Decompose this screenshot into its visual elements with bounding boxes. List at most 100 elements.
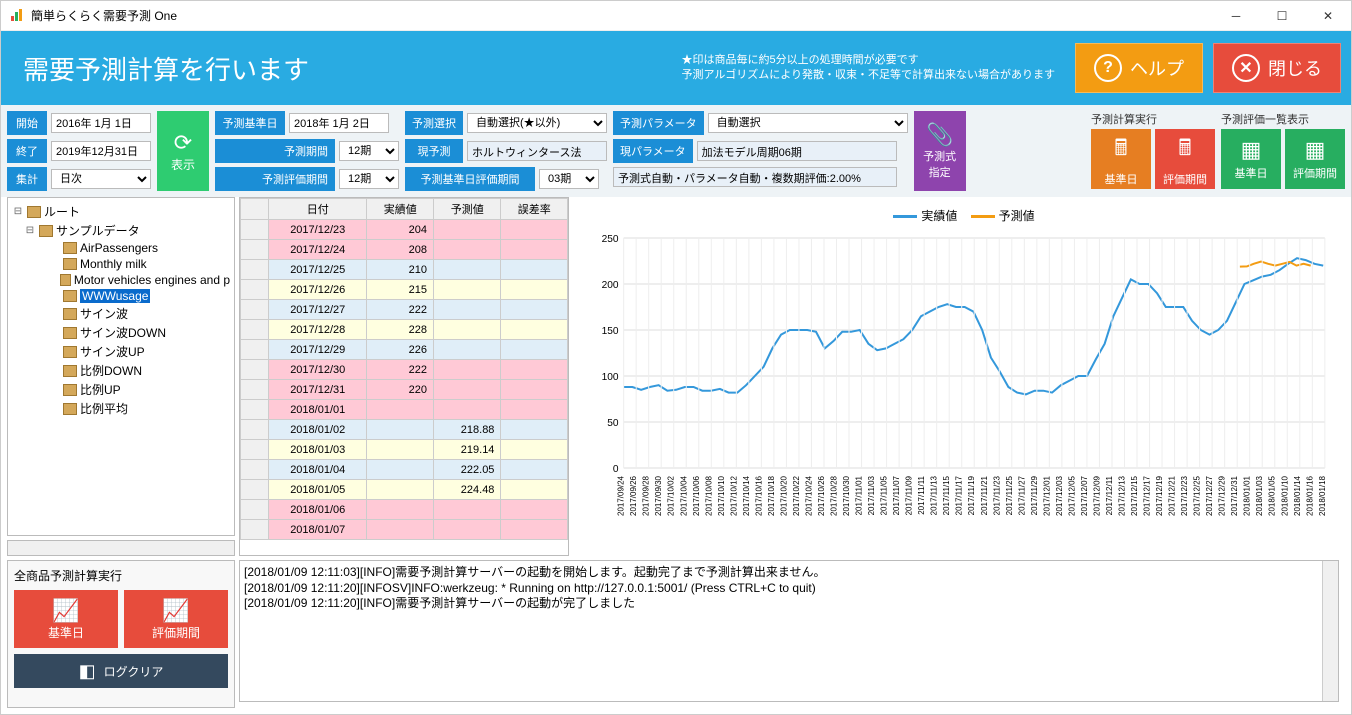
svg-text:2017/12/19: 2017/12/19 — [1155, 475, 1164, 515]
table-header[interactable]: 実績値 — [367, 199, 434, 220]
table-row[interactable]: 2017/12/25210 — [241, 260, 568, 280]
banner-note: ★印は商品毎に約5分以上の処理時間が必要です 予測アルゴリズムにより発散・収束・… — [682, 53, 1065, 84]
table-row[interactable]: 2018/01/04222.05 — [241, 460, 568, 480]
svg-text:2017/09/28: 2017/09/28 — [642, 475, 651, 515]
table-row[interactable]: 2017/12/29226 — [241, 340, 568, 360]
svg-text:150: 150 — [602, 326, 619, 337]
base-eval-select[interactable]: 03期 — [539, 169, 599, 189]
table-row[interactable]: 2018/01/01 — [241, 400, 568, 420]
tree-item[interactable]: Motor vehicles engines and p — [12, 272, 230, 288]
log-clear-button[interactable]: ◧ ログクリア — [14, 654, 228, 688]
table-row[interactable]: 2017/12/24208 — [241, 240, 568, 260]
grid-icon: ▦ — [1241, 137, 1262, 163]
tree-sample[interactable]: ⊟サンプルデータ — [12, 221, 230, 240]
base-date-input[interactable] — [289, 113, 389, 133]
table-row[interactable]: 2017/12/31220 — [241, 380, 568, 400]
data-table-panel[interactable]: 日付実績値予測値誤差率 2017/12/232042017/12/2420820… — [239, 197, 569, 556]
tree-item[interactable]: 比例DOWN — [12, 361, 230, 380]
calculator-icon: 🖩 — [1178, 131, 1191, 169]
log-panel[interactable]: [2018/01/09 12:11:03][INFO]需要予測計算サーバーの起動… — [239, 560, 1339, 702]
tree-item[interactable]: サイン波DOWN — [12, 323, 230, 342]
svg-text:2017/11/05: 2017/11/05 — [880, 475, 889, 515]
svg-text:2017/11/07: 2017/11/07 — [892, 475, 901, 515]
tree-item[interactable]: サイン波 — [12, 304, 230, 323]
show-button[interactable]: ⟳ 表示 — [157, 111, 209, 191]
tree-item[interactable]: 比例平均 — [12, 399, 230, 418]
table-row[interactable]: 2017/12/23204 — [241, 220, 568, 240]
svg-text:200: 200 — [602, 280, 619, 291]
agg-select[interactable]: 日次 — [51, 169, 151, 189]
tree-root[interactable]: ⊟ルート — [12, 202, 230, 221]
svg-text:2017/10/08: 2017/10/08 — [704, 475, 713, 515]
formula-button[interactable]: 📎 予測式 指定 — [914, 111, 966, 191]
maximize-button[interactable]: ☐ — [1259, 1, 1305, 31]
eval-period-select[interactable]: 12期 — [339, 169, 399, 189]
banner-title: 需要予測計算を行います — [11, 50, 309, 87]
tree-item[interactable]: WWWusage — [12, 288, 230, 304]
exec-base-button[interactable]: 🖩 基準日 — [1091, 129, 1151, 189]
all-exec-eval-button[interactable]: 📈 評価期間 — [124, 590, 228, 648]
end-date-input[interactable] — [51, 141, 151, 161]
svg-text:2017/10/22: 2017/10/22 — [792, 475, 801, 515]
table-row[interactable]: 2017/12/30222 — [241, 360, 568, 380]
app-logo-icon — [9, 6, 25, 25]
table-row[interactable]: 2018/01/05224.48 — [241, 480, 568, 500]
clip-icon: 📎 — [926, 122, 953, 148]
current-label: 現予測 — [405, 139, 463, 163]
close-icon: ✕ — [1232, 54, 1260, 82]
box-icon — [63, 258, 77, 270]
line-chart: 0501001502002502017/09/242017/09/262017/… — [583, 228, 1335, 528]
svg-text:2017/12/01: 2017/12/01 — [1042, 475, 1051, 515]
tree-panel[interactable]: ⊟ルート ⊟サンプルデータ AirPassengersMonthly milkM… — [7, 197, 235, 536]
svg-text:2017/11/21: 2017/11/21 — [980, 475, 989, 515]
minimize-button[interactable]: ─ — [1213, 1, 1259, 31]
table-row[interactable]: 2018/01/07 — [241, 520, 568, 540]
forecast-select[interactable]: 自動選択(★以外) — [467, 113, 607, 133]
current-forecast-display: ホルトウィンタース法 — [467, 141, 607, 161]
table-row[interactable]: 2018/01/06 — [241, 500, 568, 520]
tree-item[interactable]: サイン波UP — [12, 342, 230, 361]
table-header[interactable]: 予測値 — [433, 199, 500, 220]
table-row[interactable]: 2017/12/26215 — [241, 280, 568, 300]
close-window-button[interactable]: ✕ — [1305, 1, 1351, 31]
param-select[interactable]: 自動選択 — [708, 113, 908, 133]
box-icon — [63, 327, 77, 339]
svg-text:2017/10/12: 2017/10/12 — [729, 475, 738, 515]
table-row[interactable]: 2017/12/27222 — [241, 300, 568, 320]
box-icon — [60, 274, 71, 286]
list-eval-button[interactable]: ▦ 評価期間 — [1285, 129, 1345, 189]
svg-text:2017/12/29: 2017/12/29 — [1218, 475, 1227, 515]
tree-item[interactable]: AirPassengers — [12, 240, 230, 256]
table-row[interactable]: 2018/01/02218.88 — [241, 420, 568, 440]
table-header[interactable]: 誤差率 — [501, 199, 568, 220]
trend-up-icon: 📈 — [52, 598, 79, 624]
svg-text:2017/12/17: 2017/12/17 — [1142, 475, 1151, 515]
all-exec-base-button[interactable]: 📈 基準日 — [14, 590, 118, 648]
tree-item[interactable]: 比例UP — [12, 380, 230, 399]
help-button[interactable]: ? ヘルプ — [1075, 43, 1203, 93]
table-row[interactable]: 2018/01/03219.14 — [241, 440, 568, 460]
svg-text:2018/01/16: 2018/01/16 — [1305, 475, 1314, 515]
svg-text:2017/12/21: 2017/12/21 — [1168, 475, 1177, 515]
refresh-icon: ⟳ — [174, 130, 192, 156]
log-line: [2018/01/09 12:11:20][INFO]需要予測計算サーバーの起動… — [244, 596, 1334, 612]
table-header[interactable]: 日付 — [269, 199, 367, 220]
box-icon — [63, 384, 77, 396]
period-select[interactable]: 12期 — [339, 141, 399, 161]
data-table: 日付実績値予測値誤差率 2017/12/232042017/12/2420820… — [240, 198, 568, 540]
tree-hscroll[interactable] — [7, 540, 235, 556]
svg-text:2017/10/16: 2017/10/16 — [754, 475, 763, 515]
eval-period-label: 予測評価期間 — [215, 167, 335, 191]
svg-text:2017/10/18: 2017/10/18 — [767, 475, 776, 515]
svg-text:2017/10/24: 2017/10/24 — [804, 475, 813, 515]
close-button[interactable]: ✕ 閉じる — [1213, 43, 1341, 93]
svg-text:2017/12/05: 2017/12/05 — [1067, 475, 1076, 515]
log-scrollbar[interactable] — [1322, 561, 1338, 701]
list-base-button[interactable]: ▦ 基準日 — [1221, 129, 1281, 189]
start-date-input[interactable] — [51, 113, 151, 133]
table-row[interactable]: 2017/12/28228 — [241, 320, 568, 340]
tree-item[interactable]: Monthly milk — [12, 256, 230, 272]
svg-text:50: 50 — [607, 418, 619, 429]
exec-eval-button[interactable]: 🖩 評価期間 — [1155, 129, 1215, 189]
base-eval-label: 予測基準日評価期間 — [405, 167, 535, 191]
